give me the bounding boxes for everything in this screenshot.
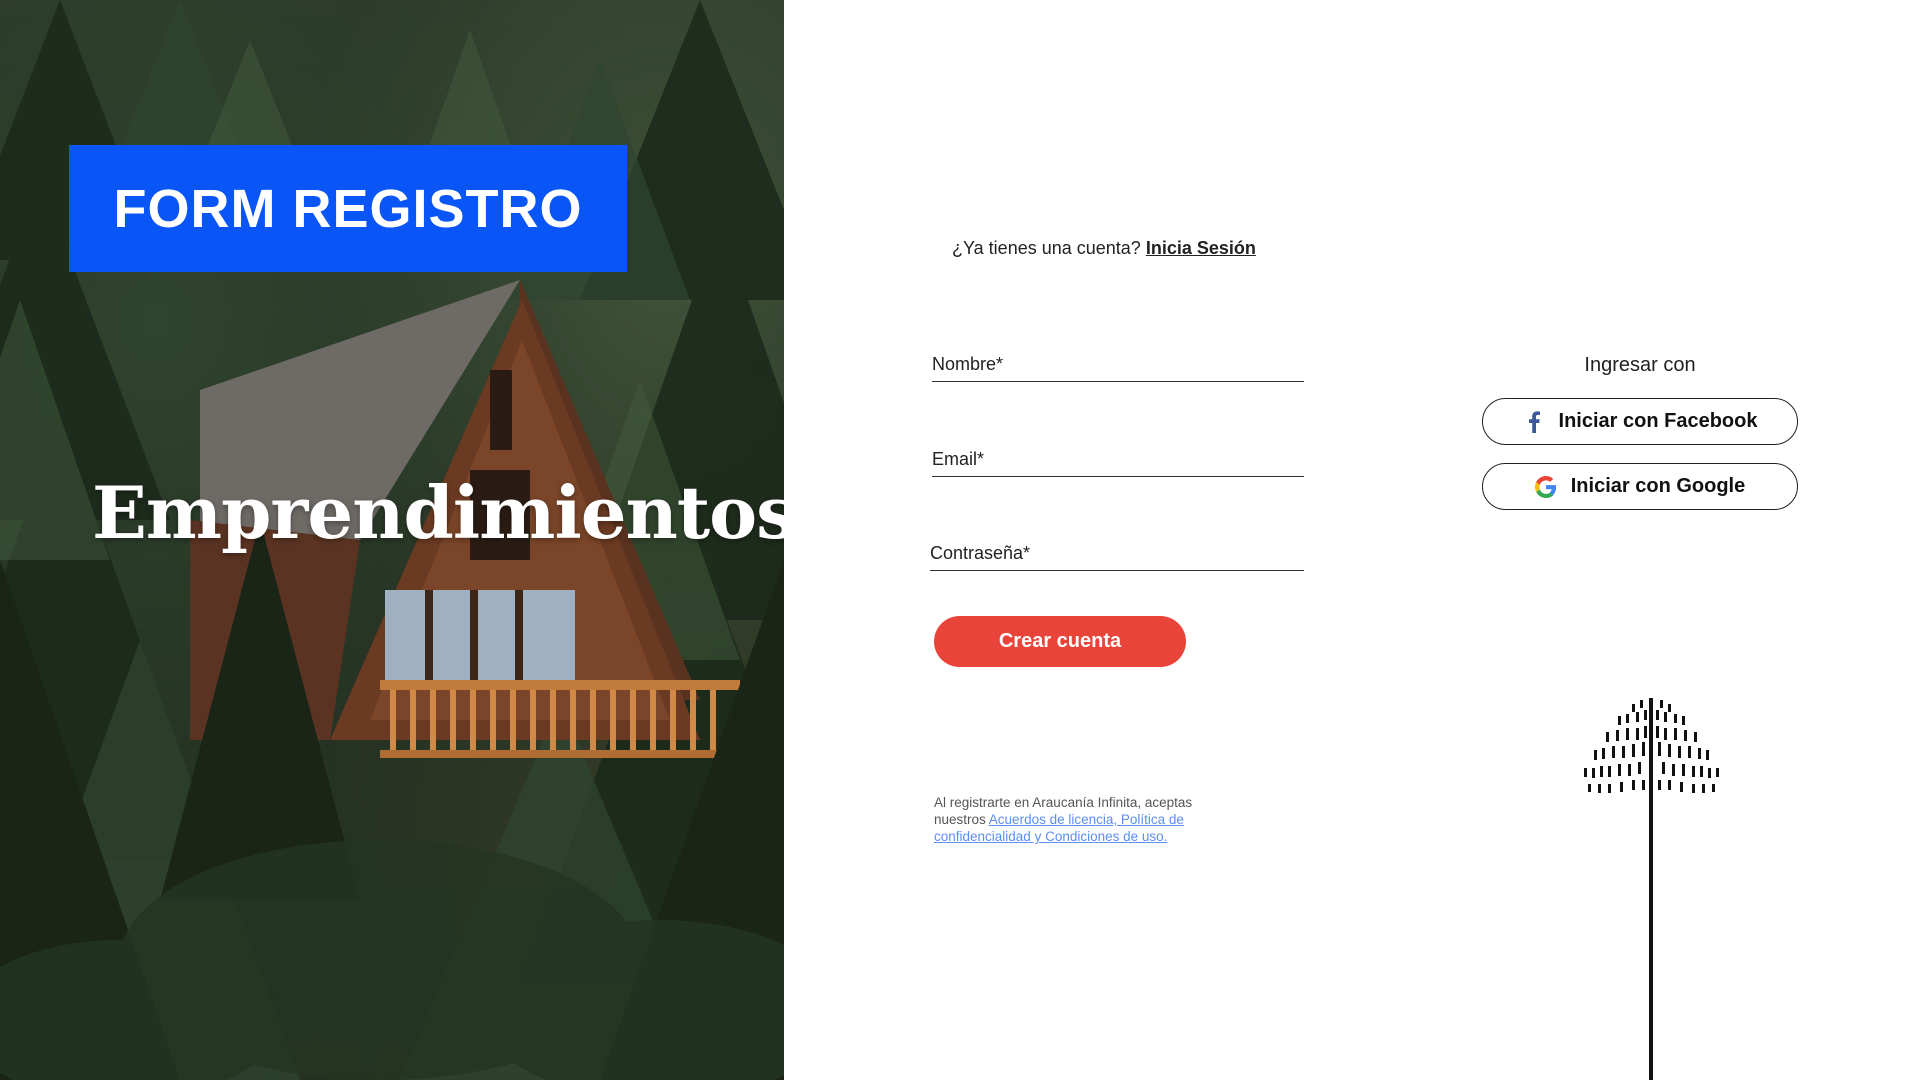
password-field[interactable]: Contraseña* [930,541,1304,571]
email-field[interactable]: Email* [932,447,1304,477]
name-field[interactable]: Nombre* [932,352,1304,382]
email-field-label: Email* [932,449,985,469]
google-login-button[interactable]: Iniciar con Google [1482,463,1798,510]
araucaria-tree-logo [1584,698,1719,1080]
login-prompt-text: ¿Ya tienes una cuenta? [952,238,1141,258]
facebook-login-label: Iniciar con Facebook [1558,410,1758,432]
hero-title: Emprendimientos [92,470,784,555]
password-field-label: Contraseña* [930,543,1031,563]
legal-notice: Al registrarte en Araucanía Infinita, ac… [934,794,1224,845]
facebook-icon [1523,410,1545,433]
facebook-login-button[interactable]: Iniciar con Facebook [1482,398,1798,445]
login-prompt: ¿Ya tienes una cuenta? Inicia Sesión [952,238,1256,259]
social-login-title: Ingresar con [1584,354,1696,376]
google-icon [1534,475,1557,498]
form-title: FORM REGISTRO [113,178,583,239]
create-account-button[interactable]: Crear cuenta [934,616,1186,667]
form-title-badge: FORM REGISTRO [69,145,627,272]
google-login-label: Iniciar con Google [1570,475,1746,497]
login-link[interactable]: Inicia Sesión [1146,238,1256,258]
name-field-label: Nombre* [932,354,1004,374]
hero-panel: FORM REGISTRO Emprendimientos [0,0,784,1080]
